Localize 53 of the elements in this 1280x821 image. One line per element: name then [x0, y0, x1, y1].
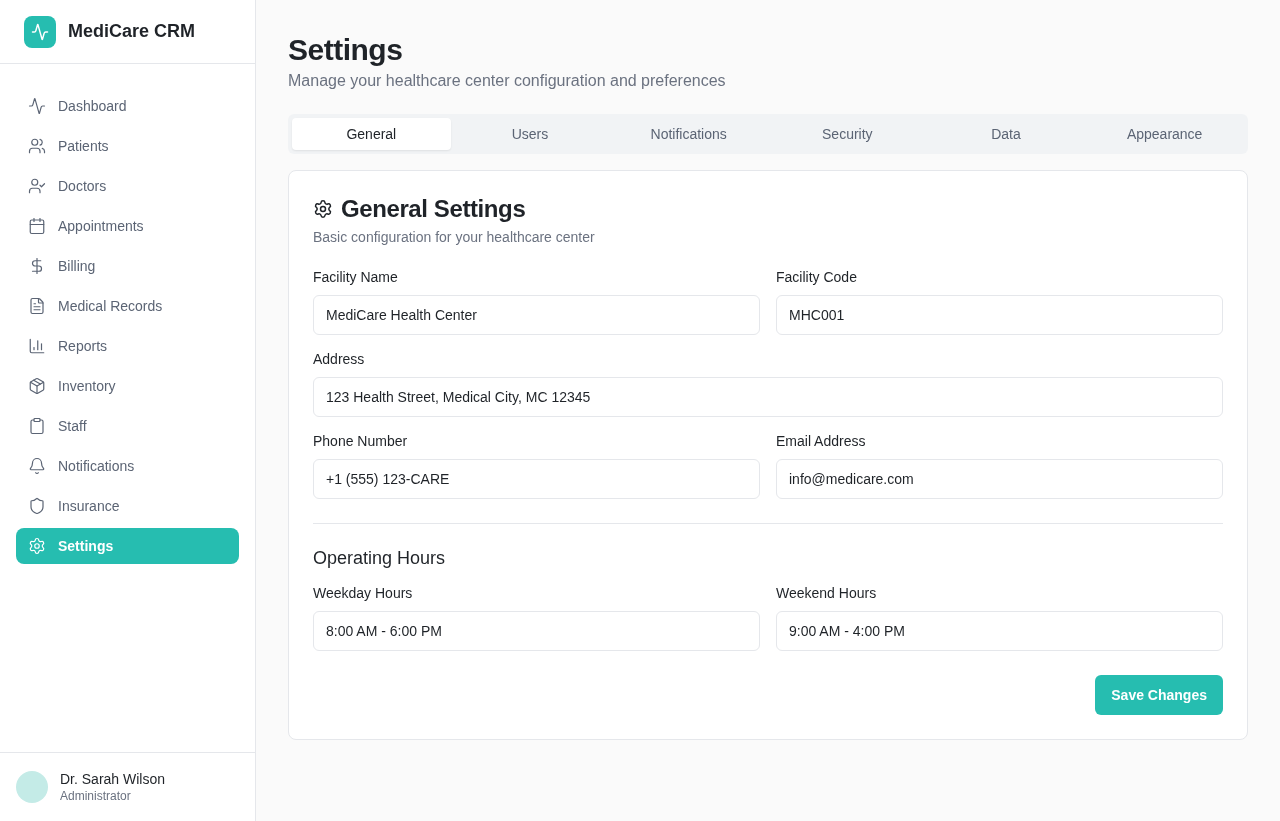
- tab[interactable]: Security: [768, 118, 927, 150]
- field-label: Address: [313, 351, 366, 367]
- clipboard-icon: [28, 417, 46, 435]
- field-label: Facility Code: [776, 269, 858, 285]
- user-role: Administrator: [60, 789, 132, 803]
- section-title: Operating Hours: [313, 548, 447, 569]
- document-icon: [28, 297, 46, 315]
- nav-item[interactable]: Insurance: [16, 488, 239, 524]
- page-subtitle: Manage your healthcare center configuration and preferences: [288, 72, 727, 90]
- user-check-icon: [28, 177, 46, 195]
- nav-item[interactable]: Doctors: [16, 168, 239, 204]
- nav-item[interactable]: Notifications: [16, 448, 239, 484]
- logo-icon: [24, 15, 56, 48]
- tab[interactable]: Appearance: [1085, 118, 1244, 150]
- box-icon: [28, 377, 46, 395]
- nav-item[interactable]: Staff: [16, 408, 239, 444]
- nav-item[interactable]: Billing: [16, 248, 239, 284]
- bell-icon: [28, 457, 46, 475]
- card-title: General Settings: [341, 195, 526, 223]
- tab[interactable]: Data: [926, 118, 1086, 150]
- avatar: [16, 771, 48, 803]
- field-label: Phone Number: [313, 433, 409, 449]
- input-field[interactable]: 9:00 AM - 4:00 PM: [776, 611, 1223, 651]
- calendar-icon: [28, 217, 46, 235]
- field-label: Facility Name: [313, 269, 399, 285]
- nav-item[interactable]: Dashboard: [16, 88, 239, 124]
- field-label: Email Address: [776, 433, 867, 449]
- settings-icon: [313, 199, 333, 219]
- shield-icon: [28, 497, 46, 515]
- page-title: Settings: [288, 32, 404, 68]
- pulse-icon: [28, 97, 46, 115]
- users-icon: [28, 137, 46, 155]
- tab[interactable]: General: [292, 118, 451, 150]
- nav-item[interactable]: Medical Records: [16, 288, 239, 324]
- nav-item[interactable]: Patients: [16, 128, 239, 164]
- nav-item[interactable]: Inventory: [16, 368, 239, 404]
- input-field[interactable]: MediCare Health Center: [313, 295, 760, 335]
- input-field[interactable]: 8:00 AM - 6:00 PM: [313, 611, 760, 651]
- input-field[interactable]: +1 (555) 123-CARE: [313, 459, 760, 499]
- input-field[interactable]: info@medicare.com: [776, 459, 1223, 499]
- bar-chart-icon: [28, 337, 46, 355]
- nav-item[interactable]: Appointments: [16, 208, 239, 244]
- field-label: Weekday Hours: [313, 585, 414, 601]
- user-name: Dr. Sarah Wilson: [60, 771, 166, 787]
- input-field[interactable]: 123 Health Street, Medical City, MC 12345: [313, 377, 1223, 417]
- field-label: Weekend Hours: [776, 585, 878, 601]
- card-subtitle: Basic configuration for your healthcare center: [313, 229, 596, 245]
- brand-name: MediCare CRM: [68, 21, 196, 42]
- settings-icon: [28, 537, 46, 555]
- nav-item[interactable]: Reports: [16, 328, 239, 364]
- input-field[interactable]: MHC001: [776, 295, 1223, 335]
- tab[interactable]: Notifications: [609, 118, 768, 150]
- tab[interactable]: Users: [450, 118, 610, 150]
